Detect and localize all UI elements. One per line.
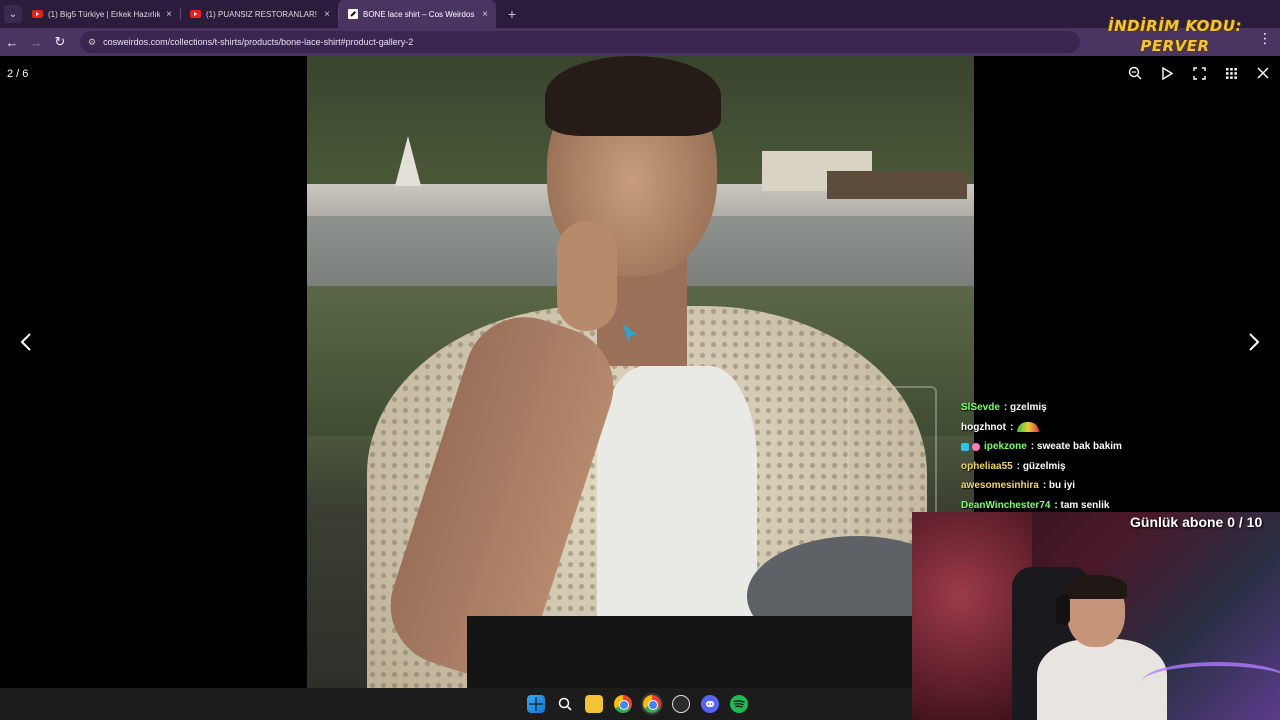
chat-message: awesomesinhira : bu iyi xyxy=(961,476,1261,496)
chat-message: SlSevde : gzelmiş xyxy=(961,398,1261,418)
chat-message: ipekzone : sweate bak bakim xyxy=(961,437,1261,457)
tab-search-icon[interactable]: ⌄ xyxy=(4,5,22,23)
photo-pier xyxy=(827,171,967,199)
tab-big5[interactable]: (1) Big5 Türkiye | Erkek Hazırlık × xyxy=(22,0,180,28)
chat-text: güzelmiş xyxy=(1022,460,1066,472)
chat-message: opheliaa55 : güzelmiş xyxy=(961,457,1261,477)
new-tab-button[interactable]: + xyxy=(502,6,522,22)
browser-tab-strip: ⌄ (1) Big5 Türkiye | Erkek Hazırlık × (1… xyxy=(0,0,1280,28)
fullscreen-icon[interactable] xyxy=(1190,64,1208,82)
site-info-icon[interactable]: ⚙ xyxy=(88,37,96,48)
windows-start-icon[interactable] xyxy=(527,695,545,713)
gauge-emote-icon xyxy=(1017,422,1040,433)
promo-line: PERVER xyxy=(1140,37,1210,55)
stream-chat-overlay: SlSevde : gzelmiş hogzhnot : ipekzone : … xyxy=(961,398,1261,515)
browser-toolbar: ← → ↻ ⚙ cosweirdos.com/collections/t-shi… xyxy=(0,28,1280,56)
discord-icon[interactable] xyxy=(701,695,719,713)
grid-icon[interactable] xyxy=(1222,64,1240,82)
youtube-icon xyxy=(32,10,43,18)
chat-username: ipekzone xyxy=(984,441,1027,453)
windows-taskbar xyxy=(0,688,912,720)
gallery-toolbar xyxy=(1126,64,1272,82)
sub-goal-counter: Günlük abone 0 / 10 xyxy=(1130,514,1263,530)
search-icon[interactable] xyxy=(556,695,574,713)
youtube-icon xyxy=(190,10,201,18)
file-explorer-icon[interactable] xyxy=(585,695,603,713)
photo-hand xyxy=(557,221,617,331)
chrome-active-icon[interactable] xyxy=(641,693,663,715)
promo-overlay: İNDİRİM KODU: PERVER xyxy=(1100,16,1250,56)
chat-message: hogzhnot : xyxy=(961,418,1261,438)
tab-close-icon[interactable]: × xyxy=(166,9,172,20)
chat-username: DeanWinchester74 xyxy=(961,499,1051,511)
promo-line: İNDİRİM KODU: xyxy=(1108,17,1242,35)
menu-icon[interactable]: ⋮ xyxy=(1258,30,1272,47)
webcam-led-light xyxy=(1142,662,1280,702)
headset-icon xyxy=(1056,595,1070,625)
zoom-out-icon[interactable] xyxy=(1126,64,1144,82)
chat-text: sweate bak bakim xyxy=(1036,441,1122,453)
tab-title: (1) Big5 Türkiye | Erkek Hazırlık xyxy=(48,9,161,19)
photo-hair xyxy=(545,56,721,136)
tab-bone-lace-shirt[interactable]: BONE lace shirt – Cos Weirdos × xyxy=(338,0,496,28)
chat-separator: : xyxy=(1009,421,1014,433)
streamer-hair xyxy=(1065,575,1127,599)
forward-icon[interactable]: → xyxy=(24,30,48,54)
play-icon[interactable] xyxy=(1158,64,1176,82)
tab-close-icon[interactable]: × xyxy=(482,9,488,20)
subscriber-badge-icon xyxy=(961,442,969,451)
gallery-counter: 2 / 6 xyxy=(7,68,29,80)
address-bar[interactable]: ⚙ cosweirdos.com/collections/t-shirts/pr… xyxy=(80,31,1080,53)
obs-icon[interactable] xyxy=(672,695,690,713)
chat-text: gzelmiş xyxy=(1010,402,1047,414)
bow-badge-icon xyxy=(972,442,980,451)
streamer-webcam xyxy=(912,512,1280,720)
cosweirdos-icon xyxy=(348,9,358,19)
photo-table xyxy=(467,616,974,688)
chat-username: opheliaa55 xyxy=(961,460,1013,472)
tab-title: (1) PUANSIZ RESTORANLAR! El xyxy=(206,9,319,19)
screen: ⌄ (1) Big5 Türkiye | Erkek Hazırlık × (1… xyxy=(0,0,1280,720)
chat-text: tam senlik xyxy=(1060,499,1110,511)
chat-text: bu iyi xyxy=(1048,480,1076,492)
reload-icon[interactable]: ↻ xyxy=(48,30,72,54)
chat-username: hogzhnot xyxy=(961,421,1006,433)
tab-title: BONE lace shirt – Cos Weirdos xyxy=(363,9,475,19)
url-text: cosweirdos.com/collections/t-shirts/prod… xyxy=(103,37,414,47)
chat-username: SlSevde xyxy=(961,402,1000,414)
tab-puansiz[interactable]: (1) PUANSIZ RESTORANLAR! El × xyxy=(180,0,338,28)
chat-username: awesomesinhira xyxy=(961,480,1039,492)
tab-close-icon[interactable]: × xyxy=(324,9,330,20)
close-icon[interactable] xyxy=(1254,64,1272,82)
spotify-icon[interactable] xyxy=(730,695,748,713)
webcam-streamer xyxy=(1032,575,1167,720)
previous-image-icon[interactable] xyxy=(20,332,32,358)
chrome-icon[interactable] xyxy=(614,695,632,713)
next-image-icon[interactable] xyxy=(1248,332,1260,358)
back-icon[interactable]: ← xyxy=(0,30,24,54)
product-photo[interactable] xyxy=(307,56,974,688)
